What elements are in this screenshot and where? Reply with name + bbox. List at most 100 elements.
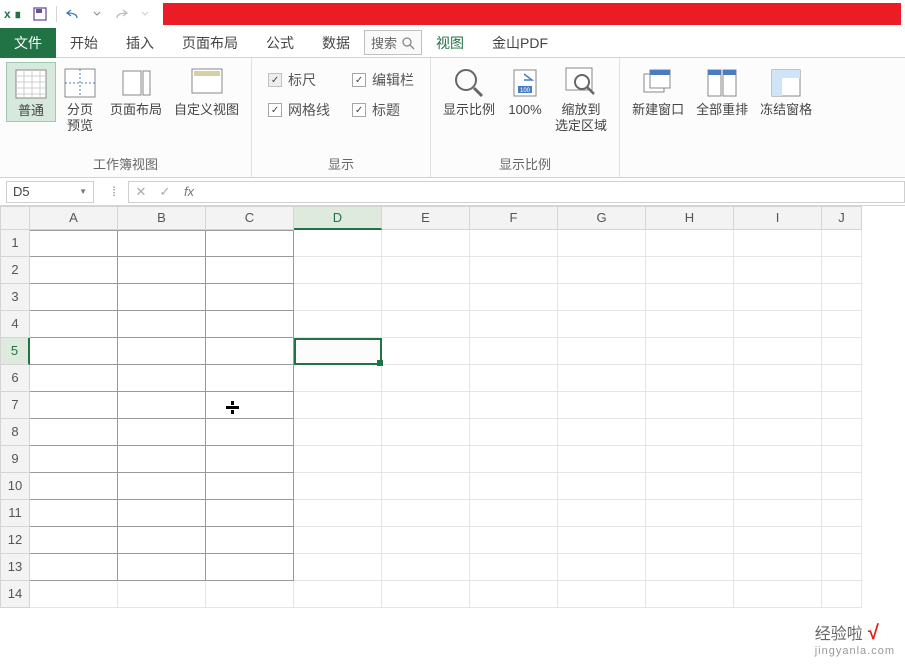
cell[interactable]: [558, 284, 646, 311]
fx-icon[interactable]: fx: [177, 184, 201, 199]
cell[interactable]: [294, 257, 382, 284]
cell[interactable]: [734, 338, 822, 365]
cell[interactable]: [470, 365, 558, 392]
cell[interactable]: [822, 527, 862, 554]
cell[interactable]: [822, 230, 862, 257]
save-icon[interactable]: [29, 3, 51, 25]
cell[interactable]: [558, 554, 646, 581]
cell[interactable]: [382, 554, 470, 581]
cell[interactable]: [206, 527, 294, 554]
cell[interactable]: [822, 554, 862, 581]
row-header[interactable]: 2: [0, 257, 30, 284]
cell[interactable]: [470, 419, 558, 446]
tab-view[interactable]: 视图: [422, 28, 478, 58]
cell[interactable]: [646, 284, 734, 311]
col-header[interactable]: E: [382, 206, 470, 230]
cell[interactable]: [646, 338, 734, 365]
cell[interactable]: [30, 554, 118, 581]
cell[interactable]: [822, 338, 862, 365]
cell[interactable]: [206, 554, 294, 581]
cell[interactable]: [734, 311, 822, 338]
cell[interactable]: [734, 554, 822, 581]
cell[interactable]: [206, 392, 294, 419]
col-header[interactable]: B: [118, 206, 206, 230]
cell[interactable]: [734, 230, 822, 257]
row-header[interactable]: 4: [0, 311, 30, 338]
cell[interactable]: [470, 392, 558, 419]
cell[interactable]: [118, 365, 206, 392]
cell[interactable]: [294, 284, 382, 311]
cell[interactable]: [470, 230, 558, 257]
col-header[interactable]: J: [822, 206, 862, 230]
cell[interactable]: [206, 473, 294, 500]
col-header[interactable]: I: [734, 206, 822, 230]
cell[interactable]: [470, 473, 558, 500]
zoom-100-button[interactable]: 100100%: [501, 62, 549, 120]
checkbox-gridlines[interactable]: ✓网格线: [268, 100, 330, 120]
cell[interactable]: [558, 419, 646, 446]
cell[interactable]: [470, 527, 558, 554]
cell[interactable]: [206, 419, 294, 446]
col-header[interactable]: C: [206, 206, 294, 230]
cell[interactable]: [118, 500, 206, 527]
cell[interactable]: [470, 284, 558, 311]
cell[interactable]: [294, 230, 382, 257]
cell[interactable]: [734, 392, 822, 419]
cell[interactable]: [822, 581, 862, 608]
cell[interactable]: [294, 554, 382, 581]
cell[interactable]: [822, 257, 862, 284]
row-header[interactable]: 1: [0, 230, 30, 257]
row-header[interactable]: 12: [0, 527, 30, 554]
cell[interactable]: [558, 365, 646, 392]
cell[interactable]: [382, 392, 470, 419]
cell[interactable]: [646, 581, 734, 608]
col-header[interactable]: G: [558, 206, 646, 230]
cell[interactable]: [822, 365, 862, 392]
zoom-button[interactable]: 显示比例: [437, 62, 501, 120]
row-header[interactable]: 5: [0, 338, 30, 365]
cell[interactable]: [382, 500, 470, 527]
cell[interactable]: [382, 257, 470, 284]
cell[interactable]: [30, 284, 118, 311]
cell[interactable]: [30, 311, 118, 338]
namebox-dropdown-icon[interactable]: ▼: [79, 187, 87, 196]
cell[interactable]: [822, 392, 862, 419]
cell[interactable]: [558, 392, 646, 419]
view-pagelayout-button[interactable]: 页面布局: [104, 62, 168, 120]
cell[interactable]: [646, 230, 734, 257]
row-header[interactable]: 14: [0, 581, 30, 608]
cell[interactable]: [30, 473, 118, 500]
search-box[interactable]: 搜索: [364, 30, 422, 55]
cell[interactable]: [382, 473, 470, 500]
view-custom-button[interactable]: 自定义视图: [168, 62, 245, 120]
cell[interactable]: [558, 446, 646, 473]
cell[interactable]: [206, 257, 294, 284]
cell[interactable]: [646, 446, 734, 473]
cell[interactable]: [734, 365, 822, 392]
enter-formula-icon[interactable]: ✓: [153, 184, 177, 200]
view-normal-button[interactable]: 普通: [6, 62, 56, 122]
cell[interactable]: [30, 446, 118, 473]
cell[interactable]: [382, 284, 470, 311]
cell[interactable]: [30, 392, 118, 419]
cell[interactable]: [734, 257, 822, 284]
col-header[interactable]: A: [30, 206, 118, 230]
cell[interactable]: [30, 581, 118, 608]
cell[interactable]: [118, 392, 206, 419]
cell[interactable]: [294, 500, 382, 527]
select-all-corner[interactable]: [0, 206, 30, 230]
cell[interactable]: [734, 473, 822, 500]
cell[interactable]: [646, 554, 734, 581]
cell[interactable]: [118, 581, 206, 608]
cell[interactable]: [822, 311, 862, 338]
cell[interactable]: [382, 338, 470, 365]
cell[interactable]: [206, 365, 294, 392]
arrange-all-button[interactable]: 全部重排: [690, 62, 754, 120]
cell[interactable]: [382, 230, 470, 257]
row-header[interactable]: 8: [0, 419, 30, 446]
cell[interactable]: [118, 419, 206, 446]
tab-formula[interactable]: 公式: [252, 28, 308, 58]
cell[interactable]: [118, 311, 206, 338]
cell[interactable]: [206, 446, 294, 473]
cell[interactable]: [294, 581, 382, 608]
